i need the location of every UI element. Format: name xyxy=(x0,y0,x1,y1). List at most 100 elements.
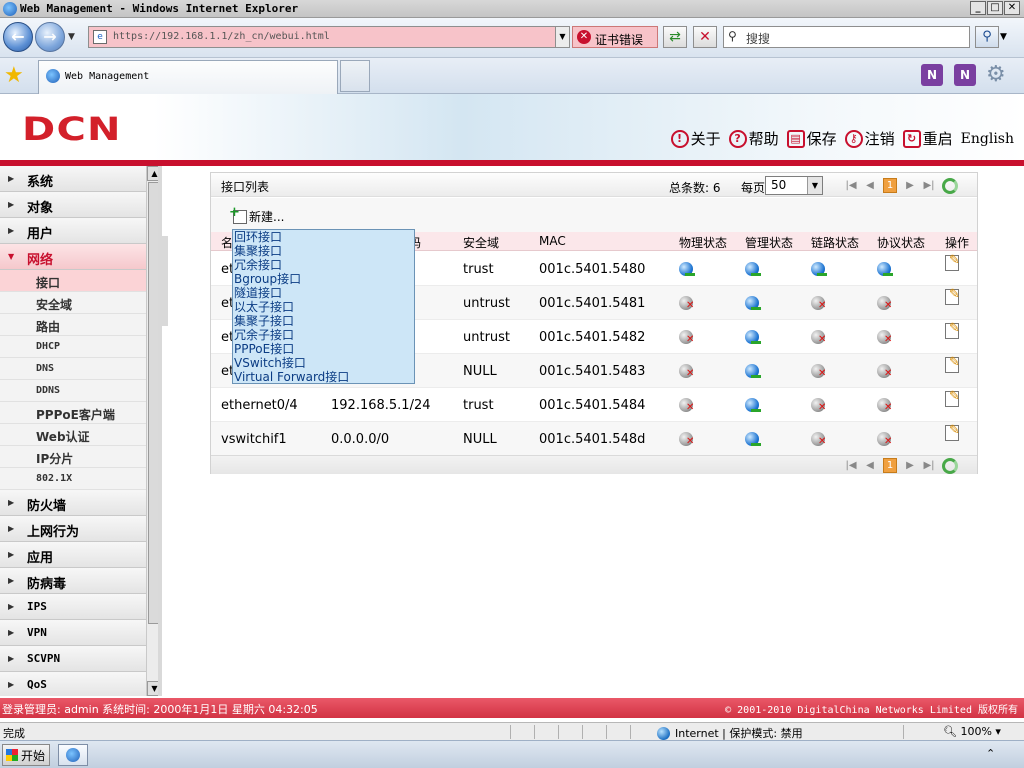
search-button[interactable]: ⚲ xyxy=(975,26,999,48)
edit-icon[interactable] xyxy=(945,355,960,373)
new-menu-item[interactable]: 隧道接口 xyxy=(233,286,414,300)
sidebar-subitem-dns[interactable]: DNS xyxy=(0,358,146,380)
new-menu-item[interactable]: 集聚接口 xyxy=(233,244,414,258)
restart-button[interactable]: ↻ 重启 xyxy=(902,128,953,149)
back-button[interactable]: ← xyxy=(3,22,33,52)
search-input[interactable]: 搜搜 xyxy=(746,30,770,47)
refresh-icon[interactable] xyxy=(942,177,958,194)
header-buttons: ! 关于 ? 帮助 ▤ 保存 ⚷ 注销 ↻ 重启 English xyxy=(670,128,1014,149)
sidebar-subitem-8021x[interactable]: 802.1X xyxy=(0,468,146,490)
sidebar-item-vpn[interactable]: ▶ VPN xyxy=(0,620,146,646)
forward-button[interactable]: → xyxy=(35,22,65,52)
scroll-thumb[interactable] xyxy=(148,182,158,624)
english-link[interactable]: English xyxy=(961,131,1014,147)
edit-icon[interactable] xyxy=(945,389,960,407)
prev-page-icon[interactable]: ◀ xyxy=(864,460,876,471)
status-down-icon xyxy=(877,296,892,311)
sidebar-subitem-interface[interactable]: 接口 xyxy=(0,270,146,292)
refresh-button[interactable]: ⇄ xyxy=(663,26,687,48)
sidebar-item-antivirus[interactable]: ▶ 防病毒 xyxy=(0,568,146,594)
sidebar-subitem-webauth[interactable]: Web认证 xyxy=(0,424,146,446)
new-menu-item[interactable]: 冗余接口 xyxy=(233,258,414,272)
scroll-up-icon[interactable]: ▲ xyxy=(147,166,158,181)
sidebar-item-qos[interactable]: ▶ QoS xyxy=(0,672,146,696)
per-page-select[interactable]: 50 ▼ xyxy=(765,176,823,195)
onenote-send-icon[interactable]: N xyxy=(954,64,976,86)
sidebar-scrollbar[interactable]: ▲ ▼ xyxy=(146,166,158,696)
first-page-icon[interactable]: |◀ xyxy=(845,180,857,191)
new-menu-item[interactable]: 回环接口 xyxy=(233,230,414,244)
edit-icon[interactable] xyxy=(945,321,960,339)
sidebar-item-ips[interactable]: ▶ IPS xyxy=(0,594,146,620)
zoom-control[interactable]: 🔍︎ 100% ▾ xyxy=(943,725,1001,738)
refresh-icon[interactable] xyxy=(942,457,958,474)
search-options-icon[interactable]: ▼ xyxy=(1000,32,1007,42)
address-bar[interactable]: e https://192.168.1.1/zh_cn/webui.html ▼ xyxy=(88,26,570,48)
first-page-icon[interactable]: |◀ xyxy=(845,460,857,471)
sidebar-item-behavior[interactable]: ▶ 上网行为 xyxy=(0,516,146,542)
current-page[interactable]: 1 xyxy=(883,178,897,193)
sidebar-subitem-zone[interactable]: 安全域 xyxy=(0,292,146,314)
panel-footer: |◀ ◀ 1 ▶ ▶| xyxy=(211,455,977,474)
next-page-icon[interactable]: ▶ xyxy=(904,460,916,471)
logout-button[interactable]: ⚷ 注销 xyxy=(844,128,895,149)
last-page-icon[interactable]: ▶| xyxy=(923,460,935,471)
new-menu-item[interactable]: 以太子接口 xyxy=(233,300,414,314)
tab-web-management[interactable]: Web Management xyxy=(38,60,338,94)
sidebar-item-system[interactable]: ▶ 系统 xyxy=(0,166,146,192)
status-segment xyxy=(534,725,552,739)
sidebar-item-objects[interactable]: ▶ 对象 xyxy=(0,192,146,218)
start-button[interactable]: 开始 xyxy=(2,744,50,766)
sidebar-item-firewall[interactable]: ▶ 防火墙 xyxy=(0,490,146,516)
new-menu-item[interactable]: Bgroup接口 xyxy=(233,272,414,286)
search-box[interactable]: ⚲ 搜搜 xyxy=(723,26,970,48)
sidebar-subitem-ddns[interactable]: DDNS xyxy=(0,380,146,402)
maximize-button[interactable]: □ xyxy=(987,1,1003,15)
new-menu-item[interactable]: PPPoE接口 xyxy=(233,342,414,356)
sidebar-subitem-dhcp[interactable]: DHCP xyxy=(0,336,146,358)
new-menu-item[interactable]: 集聚子接口 xyxy=(233,314,414,328)
tools-gear-icon[interactable]: ⚙ xyxy=(986,62,1006,88)
chevron-right-icon: ▶ xyxy=(8,524,15,533)
address-dropdown-icon[interactable]: ▼ xyxy=(555,27,569,47)
sidebar-collapse-handle[interactable] xyxy=(162,236,168,326)
sidebar-item-application[interactable]: ▶ 应用 xyxy=(0,542,146,568)
minimize-button[interactable]: _ xyxy=(970,1,986,15)
chevron-right-icon: ▶ xyxy=(8,654,15,663)
history-dropdown-icon[interactable]: ▼ xyxy=(68,32,82,44)
current-page[interactable]: 1 xyxy=(883,458,897,473)
status-down-icon xyxy=(877,432,892,447)
sidebar-subitem-routing[interactable]: 路由 xyxy=(0,314,146,336)
scroll-down-icon[interactable]: ▼ xyxy=(147,681,158,696)
new-tab-button[interactable] xyxy=(340,60,370,92)
certificate-error-button[interactable]: ✕ 证书错误 xyxy=(572,26,658,48)
tray-expand-icon[interactable]: ⌃ xyxy=(986,747,995,760)
edit-icon[interactable] xyxy=(945,253,960,271)
prev-page-icon[interactable]: ◀ xyxy=(864,180,876,191)
table-row[interactable]: ethernet0/4 192.168.5.1/24 trust 001c.5401.… xyxy=(211,388,977,422)
sidebar-subitem-pppoe[interactable]: PPPoE客户端 xyxy=(0,402,146,424)
taskbar-ie-button[interactable] xyxy=(58,744,88,766)
last-page-icon[interactable]: ▶| xyxy=(923,180,935,191)
favorites-star-icon[interactable]: ★ xyxy=(4,64,24,88)
new-menu-item[interactable]: Virtual Forward接口 xyxy=(233,370,414,384)
new-menu-item[interactable]: 冗余子接口 xyxy=(233,328,414,342)
sidebar-item-scvpn[interactable]: ▶ SCVPN xyxy=(0,646,146,672)
stop-button[interactable]: ✕ xyxy=(693,26,717,48)
new-menu-item[interactable]: VSwitch接口 xyxy=(233,356,414,370)
onenote-icon[interactable]: N xyxy=(921,64,943,86)
next-page-icon[interactable]: ▶ xyxy=(904,180,916,191)
sidebar-subitem-ipfrag[interactable]: IP分片 xyxy=(0,446,146,468)
table-row[interactable]: vswitchif1 0.0.0.0/0 NULL 001c.5401.548d xyxy=(211,422,977,456)
about-button[interactable]: ! 关于 xyxy=(670,128,721,149)
security-zone[interactable]: Internet | 保护模式: 禁用 xyxy=(657,725,803,741)
edit-icon[interactable] xyxy=(945,287,960,305)
address-url[interactable]: https://192.168.1.1/zh_cn/webui.html xyxy=(113,31,330,42)
save-button[interactable]: ▤ 保存 xyxy=(786,128,837,149)
help-button[interactable]: ? 帮助 xyxy=(728,128,779,149)
sidebar-item-users[interactable]: ▶ 用户 xyxy=(0,218,146,244)
close-window-button[interactable]: ✕ xyxy=(1004,1,1020,15)
edit-icon[interactable] xyxy=(945,423,960,441)
new-button[interactable]: 新建... xyxy=(229,205,284,225)
sidebar-item-network[interactable]: ▼ 网络 xyxy=(0,244,146,270)
